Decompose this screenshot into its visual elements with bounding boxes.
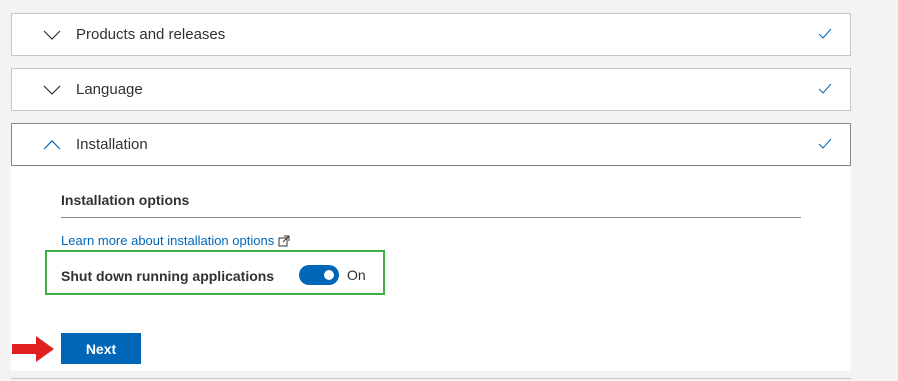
- toggle-knob: [324, 270, 334, 280]
- toggle-state-text: On: [347, 267, 366, 283]
- bottom-divider: [11, 378, 851, 379]
- divider: [61, 217, 801, 218]
- accordion-language[interactable]: Language: [11, 68, 851, 111]
- learn-more-link[interactable]: Learn more about installation options: [61, 233, 290, 248]
- red-arrow-icon: [12, 336, 54, 362]
- learn-more-link-text: Learn more about installation options: [61, 233, 275, 248]
- chevron-down-icon: [43, 30, 61, 40]
- installation-content: Installation options Learn more about in…: [11, 167, 851, 371]
- checkmark-icon: [818, 28, 832, 39]
- accordion-title: Installation: [76, 136, 148, 153]
- chevron-up-icon: [43, 140, 61, 150]
- chevron-down-icon: [43, 85, 61, 95]
- accordion-installation[interactable]: Installation: [11, 123, 851, 166]
- accordion-title: Products and releases: [76, 26, 226, 43]
- shutdown-apps-label: Shut down running applications: [61, 268, 275, 284]
- checkmark-icon: [818, 138, 832, 149]
- shutdown-apps-toggle[interactable]: [299, 265, 339, 285]
- installation-options-heading: Installation options: [61, 192, 190, 208]
- external-link-icon: [278, 235, 290, 246]
- next-button[interactable]: Next: [61, 333, 141, 364]
- accordion-products-and-releases[interactable]: Products and releases: [11, 13, 851, 56]
- accordion-title: Language: [76, 81, 143, 98]
- checkmark-icon: [818, 83, 832, 94]
